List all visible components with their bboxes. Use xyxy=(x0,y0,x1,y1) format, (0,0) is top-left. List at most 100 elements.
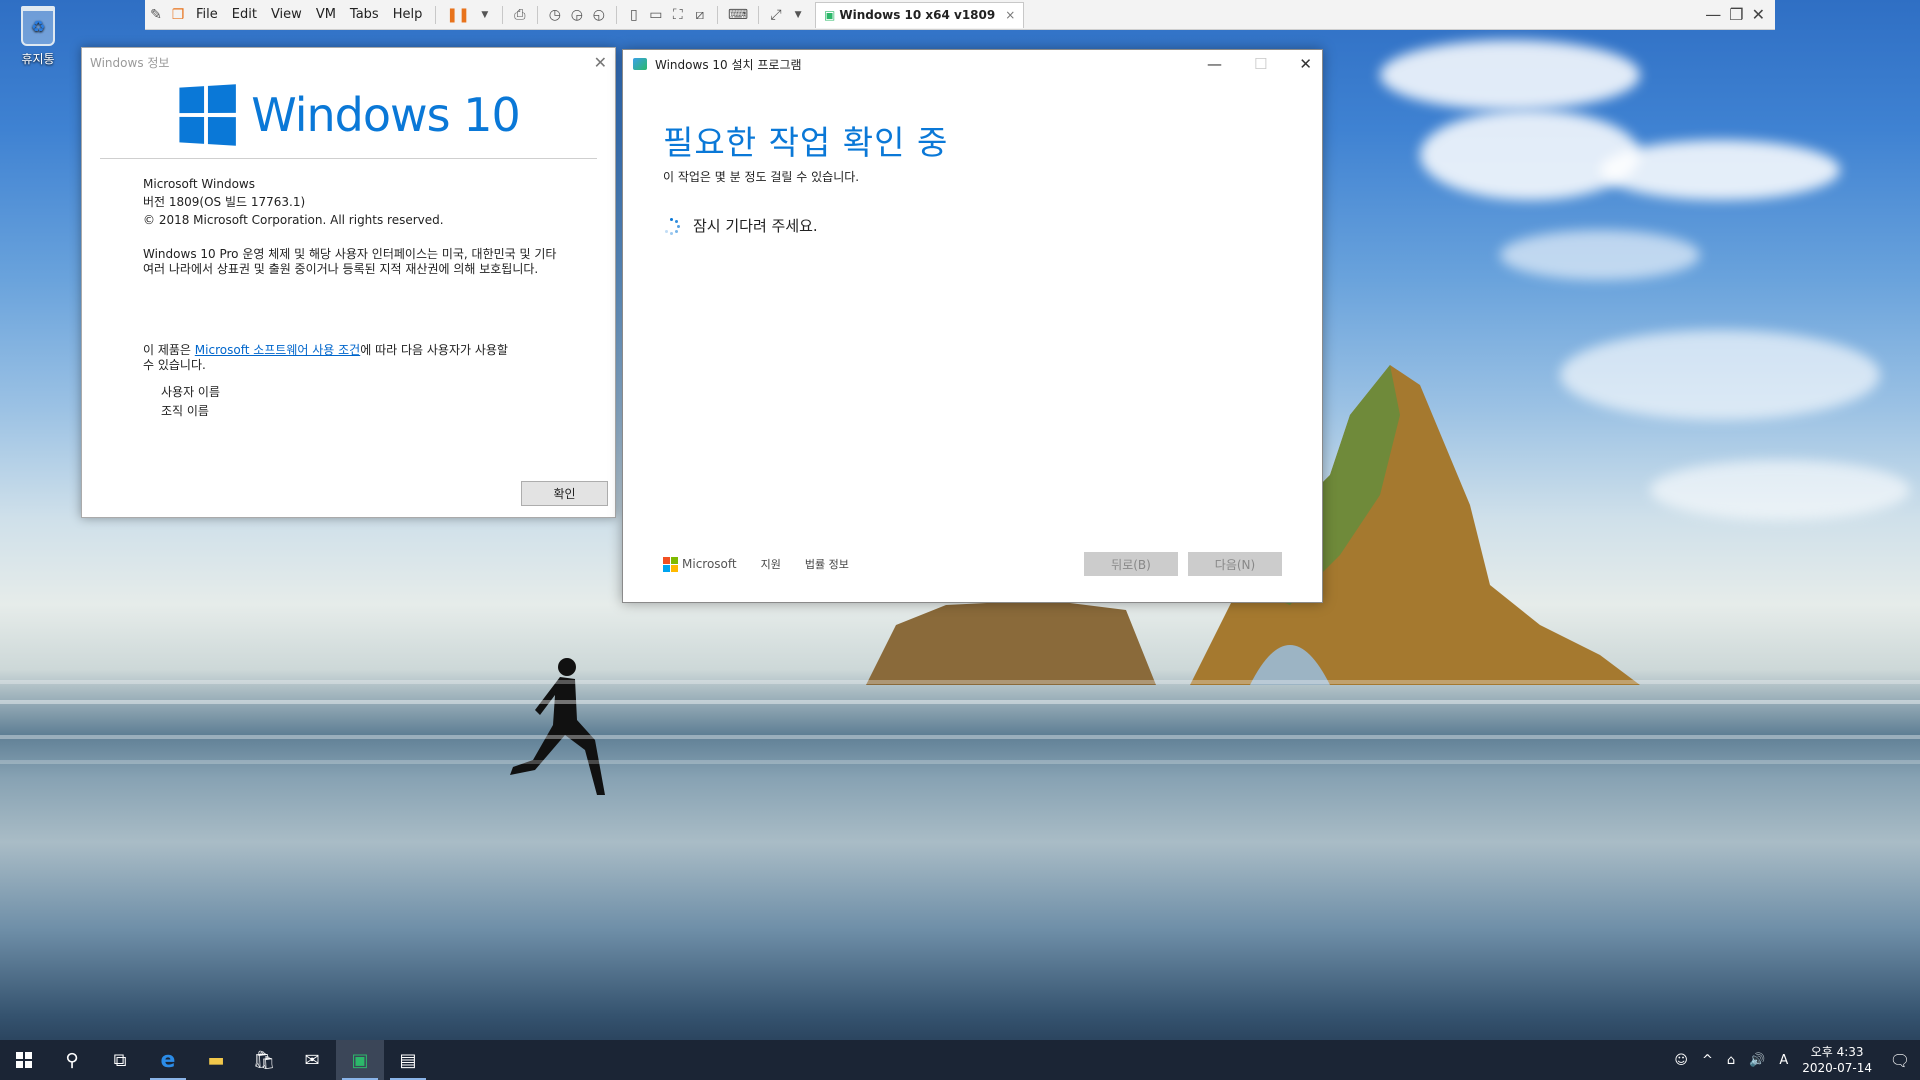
unity-icon[interactable]: ⧄ xyxy=(689,3,711,27)
stretch-guest-icon[interactable]: ⤢ xyxy=(765,3,787,27)
windows-logo-text: Windows 10 xyxy=(251,88,520,142)
ok-button[interactable]: 확인 xyxy=(521,481,608,506)
vm-tab-title: Windows 10 x64 v1809 xyxy=(839,8,996,22)
runner xyxy=(510,658,605,795)
close-icon[interactable]: ✕ xyxy=(1752,5,1765,24)
ime-indicator[interactable]: A xyxy=(1779,1053,1788,1068)
show-hidden-icons-icon[interactable]: ^ xyxy=(1702,1053,1713,1068)
edge-browser-icon[interactable]: e xyxy=(144,1040,192,1080)
product-name: Microsoft Windows xyxy=(143,177,255,191)
toolbar-separator xyxy=(536,5,538,24)
licensed-users: 사용자 이름 조직 이름 xyxy=(143,383,615,421)
vm-library-icon[interactable]: ❐ xyxy=(167,3,189,27)
chevron-down-icon[interactable]: ▼ xyxy=(787,3,809,27)
send-keys-icon[interactable]: ⎙ xyxy=(509,3,531,27)
toolbar-separator xyxy=(435,5,437,24)
wave-line xyxy=(0,700,1920,704)
windows-flag-icon xyxy=(179,84,237,146)
wait-text: 잠시 기다려 주세요. xyxy=(693,217,818,235)
about-taskbar-icon[interactable]: ▤ xyxy=(384,1040,432,1080)
copyright-text: © 2018 Microsoft Corporation. All rights… xyxy=(143,213,444,227)
user-name: 사용자 이름 xyxy=(161,385,221,399)
about-title-bar: Windows 정보 ✕ xyxy=(82,48,615,76)
support-link[interactable]: 지원 xyxy=(761,556,781,572)
wave-line xyxy=(0,735,1920,739)
network-icon[interactable]: ⌂ xyxy=(1727,1053,1735,1068)
console-view-icon[interactable]: ⌨ xyxy=(724,3,752,27)
close-icon[interactable]: ✕ xyxy=(1299,55,1312,73)
setup-taskbar-icon[interactable]: ▣ xyxy=(336,1040,384,1080)
setup-heading: 필요한 작업 확인 중 xyxy=(663,123,949,162)
pin-icon[interactable]: ✎ xyxy=(145,3,167,27)
setup-title: Windows 10 설치 프로그램 xyxy=(655,57,802,72)
menu-edit[interactable]: Edit xyxy=(225,7,264,22)
wave-line xyxy=(0,680,1920,684)
start-button[interactable] xyxy=(0,1040,48,1080)
vmware-toolbar: ✎ ❐ File Edit View VM Tabs Help ❚❚ ▼ ⎙ ◷… xyxy=(145,0,1775,30)
setup-buttons: 뒤로(B) 다음(N) xyxy=(1084,552,1282,576)
org-name: 조직 이름 xyxy=(161,404,209,418)
snapshot-manager-icon[interactable]: ◵ xyxy=(588,3,610,27)
menu-tabs[interactable]: Tabs xyxy=(343,7,386,22)
cloud xyxy=(1650,460,1910,520)
clock-time: 오후 4:33 xyxy=(1810,1045,1864,1059)
close-icon[interactable]: × xyxy=(1005,8,1015,22)
next-button[interactable]: 다음(N) xyxy=(1188,552,1282,576)
system-tray: ☺ ^ ⌂ 🔊 A 오후 4:33 2020-07-14 xyxy=(1674,1044,1880,1076)
menu-view[interactable]: View xyxy=(264,7,309,22)
revert-snapshot-icon[interactable]: ◶ xyxy=(566,3,588,27)
toolbar-separator xyxy=(758,5,760,24)
setup-window-controls: — ☐ ✕ xyxy=(1207,55,1312,73)
vm-tab[interactable]: ▣ Windows 10 x64 v1809 × xyxy=(815,1,1025,28)
microsoft-brand: Microsoft xyxy=(682,557,737,571)
rock-left xyxy=(866,600,1156,685)
cloud xyxy=(1380,40,1640,110)
wave-line xyxy=(0,760,1920,764)
spinner-icon xyxy=(663,217,680,235)
cloud xyxy=(1500,230,1700,280)
thumbnail-bar-icon[interactable]: ▭ xyxy=(645,3,667,27)
people-icon[interactable]: ☺ xyxy=(1674,1053,1688,1068)
volume-icon[interactable]: 🔊 xyxy=(1749,1053,1765,1068)
file-explorer-icon[interactable]: ▬ xyxy=(192,1040,240,1080)
close-icon[interactable]: ✕ xyxy=(594,53,607,72)
legal-link[interactable]: 법률 정보 xyxy=(805,556,849,572)
about-title: Windows 정보 xyxy=(90,55,170,70)
show-library-icon[interactable]: ▯ xyxy=(623,3,645,27)
license-terms-link[interactable]: Microsoft 소프트웨어 사용 조건 xyxy=(195,343,360,357)
toolbar-separator xyxy=(716,5,718,24)
menu-help[interactable]: Help xyxy=(386,7,430,22)
recycle-bin-shortcut[interactable]: 휴지통 xyxy=(10,6,66,67)
snapshot-icon[interactable]: ◷ xyxy=(544,3,566,27)
action-center-icon[interactable]: 🗨 xyxy=(1880,1040,1920,1080)
windows-logo: Windows 10 xyxy=(82,84,615,146)
menu-vm[interactable]: VM xyxy=(309,7,343,22)
taskbar: ⚲ ⧉ e ▬ 🛍 ✉ ▣ ▤ ☺ ^ ⌂ 🔊 A 오후 4:33 2020-0… xyxy=(0,1040,1920,1080)
toolbar-separator xyxy=(615,5,617,24)
restore-icon[interactable]: ❐ xyxy=(1729,5,1743,24)
setup-title-bar: Windows 10 설치 프로그램 — ☐ ✕ xyxy=(623,50,1322,78)
search-icon[interactable]: ⚲ xyxy=(48,1040,96,1080)
microsoft-logo-icon xyxy=(663,556,678,572)
recycle-bin-label: 휴지통 xyxy=(21,52,55,66)
clock-date: 2020-07-14 xyxy=(1802,1061,1872,1075)
cloud xyxy=(1420,110,1640,200)
about-windows-dialog: Windows 정보 ✕ Windows 10 Microsoft Window… xyxy=(81,47,616,518)
clock[interactable]: 오후 4:33 2020-07-14 xyxy=(1802,1044,1872,1076)
wait-status: 잠시 기다려 주세요. xyxy=(663,215,1322,236)
toolbar-separator xyxy=(501,5,503,24)
store-icon[interactable]: 🛍 xyxy=(240,1040,288,1080)
pause-icon[interactable]: ❚❚ xyxy=(442,3,473,27)
mail-icon[interactable]: ✉ xyxy=(288,1040,336,1080)
back-button[interactable]: 뒤로(B) xyxy=(1084,552,1178,576)
minimize-icon[interactable]: — xyxy=(1705,5,1721,24)
version-text: 버전 1809(OS 빌드 17763.1) xyxy=(143,195,306,209)
menu-file[interactable]: File xyxy=(189,7,225,22)
task-view-icon[interactable]: ⧉ xyxy=(96,1040,144,1080)
cloud xyxy=(1600,140,1840,200)
setup-footer: Microsoft 지원 법률 정보 뒤로(B) 다음(N) xyxy=(663,552,1282,576)
license-text: 이 제품은 Microsoft 소프트웨어 사용 조건에 따라 다음 사용자가 … xyxy=(143,343,508,372)
full-screen-icon[interactable]: ⛶ xyxy=(667,3,689,27)
minimize-icon[interactable]: — xyxy=(1207,55,1222,73)
chevron-down-icon[interactable]: ▼ xyxy=(474,3,496,27)
